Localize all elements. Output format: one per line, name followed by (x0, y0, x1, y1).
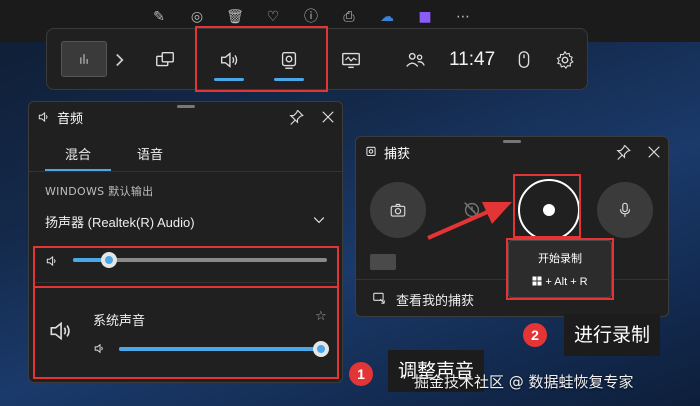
edit-image-icon[interactable]: ✎ (148, 6, 170, 28)
audio-active-indicator (214, 78, 244, 81)
more-icon[interactable]: ⋯ (452, 6, 474, 28)
speaker-icon (38, 111, 48, 123)
pin-icon[interactable] (287, 108, 305, 126)
print-icon[interactable]: ⎙ (338, 6, 360, 28)
tab-divider (29, 171, 342, 172)
screenshot-button[interactable] (370, 182, 426, 238)
resources-icon[interactable] (329, 29, 373, 91)
tooltip-title: 开始录制 (538, 252, 582, 265)
output-device-select[interactable]: 扬声器 (Realtek(R) Audio) (45, 212, 195, 231)
record-tooltip: 开始录制 + Alt + R (508, 240, 612, 298)
highlight-volume-divider (35, 286, 337, 288)
clock-time: 11:47 (449, 49, 496, 70)
tab-voice[interactable]: 语音 (137, 144, 163, 163)
app-icon[interactable]: ■ (414, 6, 436, 28)
view-captures-link[interactable]: 查看我的捕获 (396, 290, 474, 309)
cloud-icon[interactable]: ☁ (376, 6, 398, 28)
capture-header-icon (366, 146, 376, 157)
chevron-right-icon[interactable] (107, 29, 131, 91)
settings-icon[interactable] (549, 29, 581, 91)
recording-indicator-block (370, 254, 396, 270)
circle-icon[interactable]: ◎ (186, 6, 208, 28)
tab-mix[interactable]: 混合 (65, 144, 91, 163)
chevron-down-icon[interactable] (311, 212, 327, 228)
tooltip-shortcut: + Alt + R (509, 276, 611, 288)
widget-menu-icon[interactable] (61, 41, 107, 77)
heart-icon[interactable]: ♡ (262, 6, 284, 28)
gallery-icon (373, 292, 385, 304)
master-volume-slider[interactable] (73, 250, 327, 270)
audio-panel: 音频 混合 语音 WINDOWS 默认输出 扬声器 (Realtek(R) Au… (28, 101, 343, 383)
app-volume-icon (94, 343, 103, 354)
camera-icon (390, 203, 406, 217)
performance-icon[interactable] (143, 29, 187, 91)
step-2-badge: 2 (523, 323, 547, 347)
close-icon[interactable] (645, 143, 663, 161)
windows-key-icon (532, 276, 542, 286)
step-2-label: 进行录制 (564, 314, 661, 356)
watermark: 掘金技术社区 @ 数据蛙恢复专家 (414, 373, 634, 391)
trash-icon[interactable]: 🗑 (224, 6, 246, 28)
app-volume-fill (119, 347, 321, 351)
microphone-button[interactable] (597, 182, 653, 238)
info-icon[interactable]: ⓘ (300, 6, 322, 28)
pin-icon[interactable] (614, 143, 632, 161)
master-volume-thumb[interactable] (101, 252, 117, 268)
default-output-label: WINDOWS 默认输出 (45, 185, 154, 198)
start-recording-button[interactable] (518, 179, 580, 241)
app-name: 系统声音 (93, 314, 146, 329)
step-1-badge: 1 (349, 362, 373, 386)
close-icon[interactable] (319, 108, 337, 126)
audio-icon[interactable] (207, 29, 251, 91)
app-volume-slider[interactable] (119, 339, 329, 359)
game-bar: 11:47 (46, 28, 588, 90)
mouse-icon[interactable] (509, 29, 539, 91)
app-volume-thumb[interactable] (313, 341, 329, 357)
social-icon[interactable] (393, 29, 437, 91)
capture-active-indicator (274, 78, 304, 81)
master-volume-icon (46, 255, 56, 267)
capture-icon[interactable] (267, 29, 311, 91)
record-dot-icon (543, 204, 555, 216)
tooltip-shortcut-text: + Alt + R (545, 276, 588, 288)
system-sound-icon (50, 321, 70, 341)
audio-panel-title: 音频 (57, 111, 84, 127)
section-divider (35, 282, 336, 283)
capture-panel-title: 捕获 (384, 146, 411, 162)
microphone-icon (619, 202, 631, 217)
favorite-star-icon[interactable]: ☆ (315, 309, 327, 324)
red-arrow-icon (427, 202, 512, 240)
